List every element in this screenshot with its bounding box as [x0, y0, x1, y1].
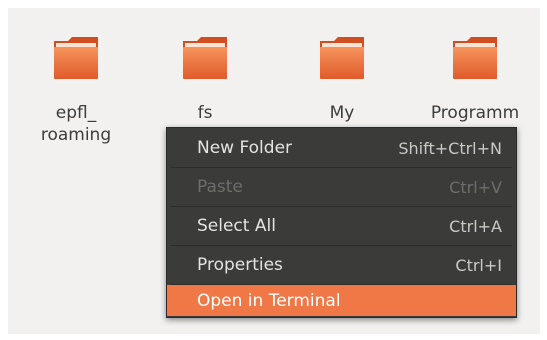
folder-label: fs: [197, 103, 213, 123]
folder-label: epfl_ roaming: [40, 103, 112, 145]
menu-item-label: Paste: [197, 177, 243, 197]
menu-item-label: Properties: [197, 255, 283, 275]
menu-separator: [171, 245, 512, 246]
context-menu: New Folder Shift+Ctrl+N Paste Ctrl+V Sel…: [166, 127, 517, 318]
menu-item-new-folder[interactable]: New Folder Shift+Ctrl+N: [167, 130, 516, 166]
menu-item-paste: Paste Ctrl+V: [167, 169, 516, 205]
menu-item-label: Open in Terminal: [197, 290, 341, 311]
menu-item-label: New Folder: [197, 138, 293, 158]
menu-item-open-in-terminal[interactable]: Open in Terminal: [167, 285, 516, 316]
folder-icon: [320, 37, 364, 79]
folder-icon: [183, 37, 227, 79]
folder-icon: [54, 37, 98, 79]
menu-item-label: Select All: [197, 216, 276, 236]
menu-item-properties[interactable]: Properties Ctrl+I: [167, 247, 516, 283]
menu-item-shortcut: Ctrl+I: [455, 255, 502, 275]
menu-item-shortcut: Shift+Ctrl+N: [398, 138, 502, 158]
menu-item-select-all[interactable]: Select All Ctrl+A: [167, 208, 516, 244]
menu-separator: [171, 206, 512, 207]
folder-epfl-roaming[interactable]: epfl_ roaming: [16, 22, 136, 172]
menu-item-shortcut: Ctrl+A: [449, 216, 502, 236]
menu-item-shortcut: Ctrl+V: [449, 177, 502, 197]
folder-icon: [453, 37, 497, 79]
menu-separator: [171, 167, 512, 168]
